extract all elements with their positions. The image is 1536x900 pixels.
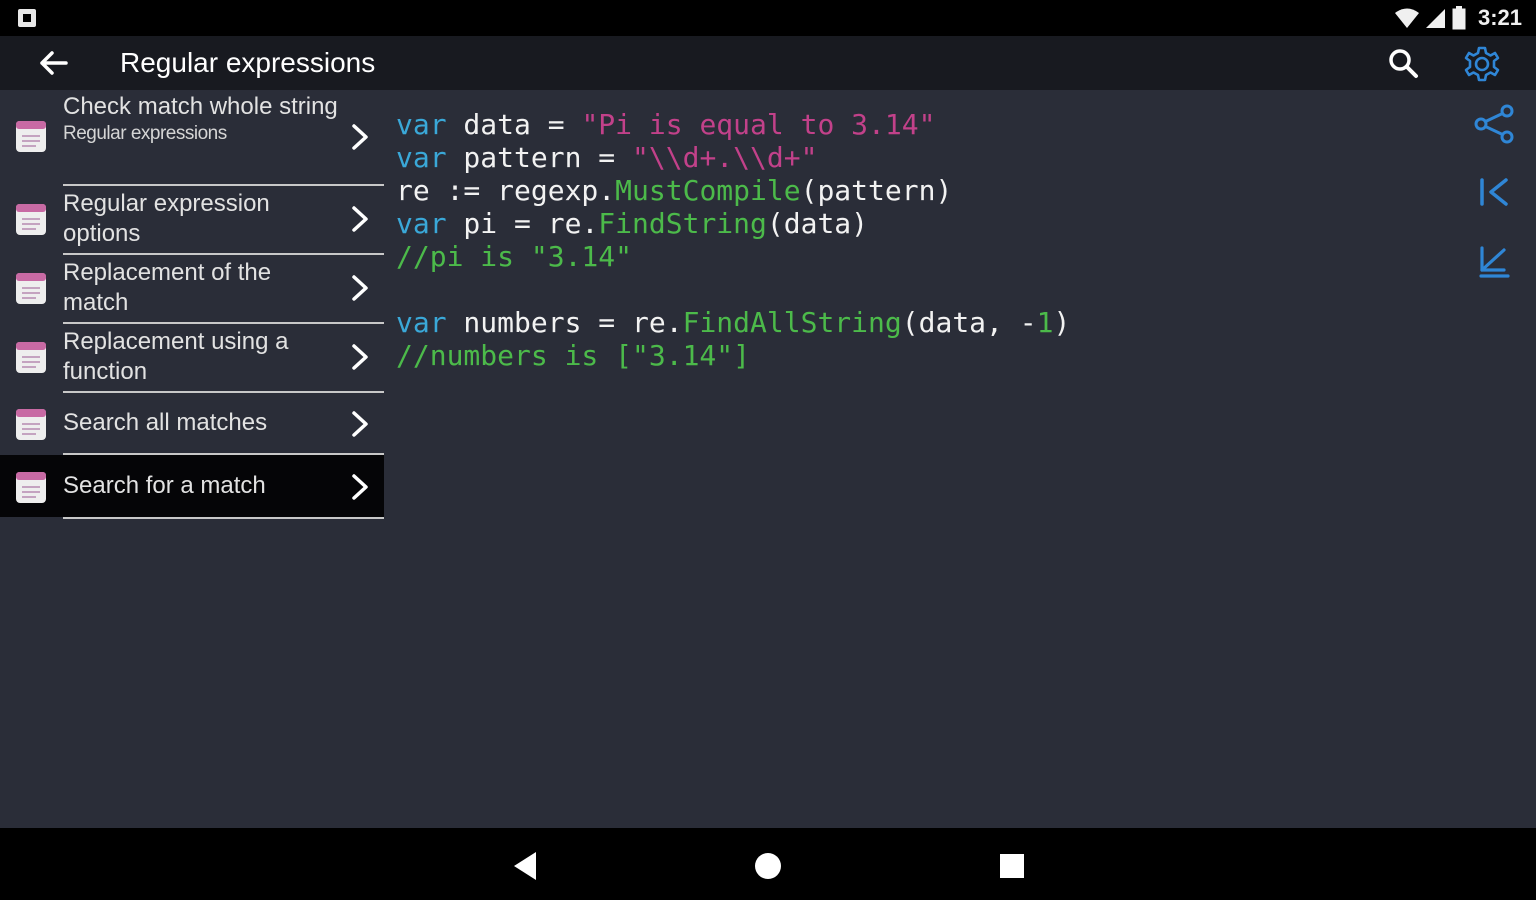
list-item[interactable]: Regular expression options <box>0 186 384 252</box>
list-item-title: Regular expression options <box>63 190 270 247</box>
circle-home-icon <box>755 853 781 879</box>
status-time: 3:21 <box>1477 5 1522 30</box>
chevron-right-icon <box>352 411 368 437</box>
code-line: var pattern = "\\d+.\\d+" <box>396 141 1070 174</box>
cell-signal-icon <box>1425 9 1445 28</box>
code-token: (data) <box>766 207 869 240</box>
app-bar: Regular expressions <box>0 36 1536 90</box>
code-token: (data, - <box>901 306 1037 339</box>
status-icons: 3:21 <box>1394 4 1522 32</box>
code-line: //pi is "3.14" <box>396 240 1070 273</box>
chevron-right-icon <box>352 344 368 370</box>
list-item[interactable]: Replacement of the match <box>0 255 384 321</box>
code-block: var data = "Pi is equal to 3.14" var patt… <box>396 108 1070 372</box>
notepad-icon <box>16 472 46 503</box>
list-item-title: Replacement using a function <box>63 328 289 385</box>
search-icon <box>1389 49 1418 78</box>
list-item-selected[interactable]: Search for a match <box>0 455 384 517</box>
code-token: var <box>396 108 447 141</box>
arrow-left-icon <box>40 51 68 75</box>
divider <box>63 517 384 519</box>
back-button[interactable] <box>36 48 72 78</box>
code-token: //numbers is ["3.14"] <box>396 339 751 372</box>
settings-button[interactable] <box>1462 44 1502 84</box>
code-token: pattern = <box>446 141 633 174</box>
nav-recent-button[interactable] <box>991 846 1031 886</box>
notepad-icon <box>16 273 46 304</box>
list-item[interactable]: Replacement using a function <box>0 324 384 390</box>
chevron-right-icon <box>352 124 368 150</box>
code-token: FindAllString <box>682 306 902 339</box>
code-token: FindString <box>598 207 767 240</box>
list-item-title: Search for a match <box>63 472 266 499</box>
list-item-title: Replacement of the match <box>63 259 272 316</box>
code-token: numbers = re. <box>446 306 683 339</box>
code-token: re := regexp. <box>396 174 616 207</box>
navigation-bar <box>0 828 1536 900</box>
search-button[interactable] <box>1386 46 1420 80</box>
notepad-icon <box>16 121 46 152</box>
share-icon <box>1474 104 1514 144</box>
list-item-subtitle: Regular expressions <box>63 123 227 144</box>
code-line: re := regexp.MustCompile(pattern) <box>396 174 1070 207</box>
chevron-right-icon <box>352 275 368 301</box>
square-recent-icon <box>1000 854 1024 878</box>
nav-back-button[interactable] <box>506 846 546 886</box>
code-line: var pi = re.FindString(data) <box>396 207 1070 240</box>
code-line: var numbers = re.FindAllString(data, -1) <box>396 306 1070 339</box>
code-token: MustCompile <box>615 174 801 207</box>
code-token: var <box>396 141 447 174</box>
code-line: //numbers is ["3.14"] <box>396 339 1070 372</box>
share-button[interactable] <box>1470 100 1518 148</box>
status-bar: 3:21 <box>0 0 1536 36</box>
notepad-icon <box>16 204 46 235</box>
triangle-back-icon <box>514 852 536 880</box>
list-item[interactable]: Search all matches <box>0 393 384 453</box>
list-item-title: Check match whole string <box>63 93 338 120</box>
list-item[interactable]: Check match whole string Regular express… <box>0 90 384 184</box>
code-token: "Pi is equal to 3.14" <box>581 108 936 141</box>
code-token: "\\d+.\\d+" <box>632 141 818 174</box>
chevron-right-icon <box>352 474 368 500</box>
code-token: data = <box>446 108 582 141</box>
code-token: 1 <box>1036 306 1054 339</box>
wifi-icon <box>1394 8 1419 28</box>
notification-icon <box>18 9 36 27</box>
first-button[interactable] <box>1470 168 1518 216</box>
skip-to-first-icon <box>1480 178 1508 206</box>
scroll-down-button[interactable] <box>1470 238 1518 286</box>
nav-home-button[interactable] <box>748 846 788 886</box>
notepad-icon <box>16 409 46 440</box>
arrow-down-left-icon <box>1479 246 1510 278</box>
code-line: var data = "Pi is equal to 3.14" <box>396 108 1070 141</box>
code-token: var <box>396 306 447 339</box>
code-token: (pattern) <box>800 174 953 207</box>
code-token: ) <box>1053 306 1071 339</box>
battery-icon <box>1452 6 1466 30</box>
code-token: //pi is "3.14" <box>396 240 633 273</box>
page-title: Regular expressions <box>120 47 376 78</box>
gear-icon <box>1464 46 1500 82</box>
notepad-icon <box>16 342 46 373</box>
list-item-title: Search all matches <box>63 409 268 436</box>
chevron-right-icon <box>352 206 368 232</box>
code-token: var <box>396 207 447 240</box>
code-token: pi = re. <box>446 207 599 240</box>
